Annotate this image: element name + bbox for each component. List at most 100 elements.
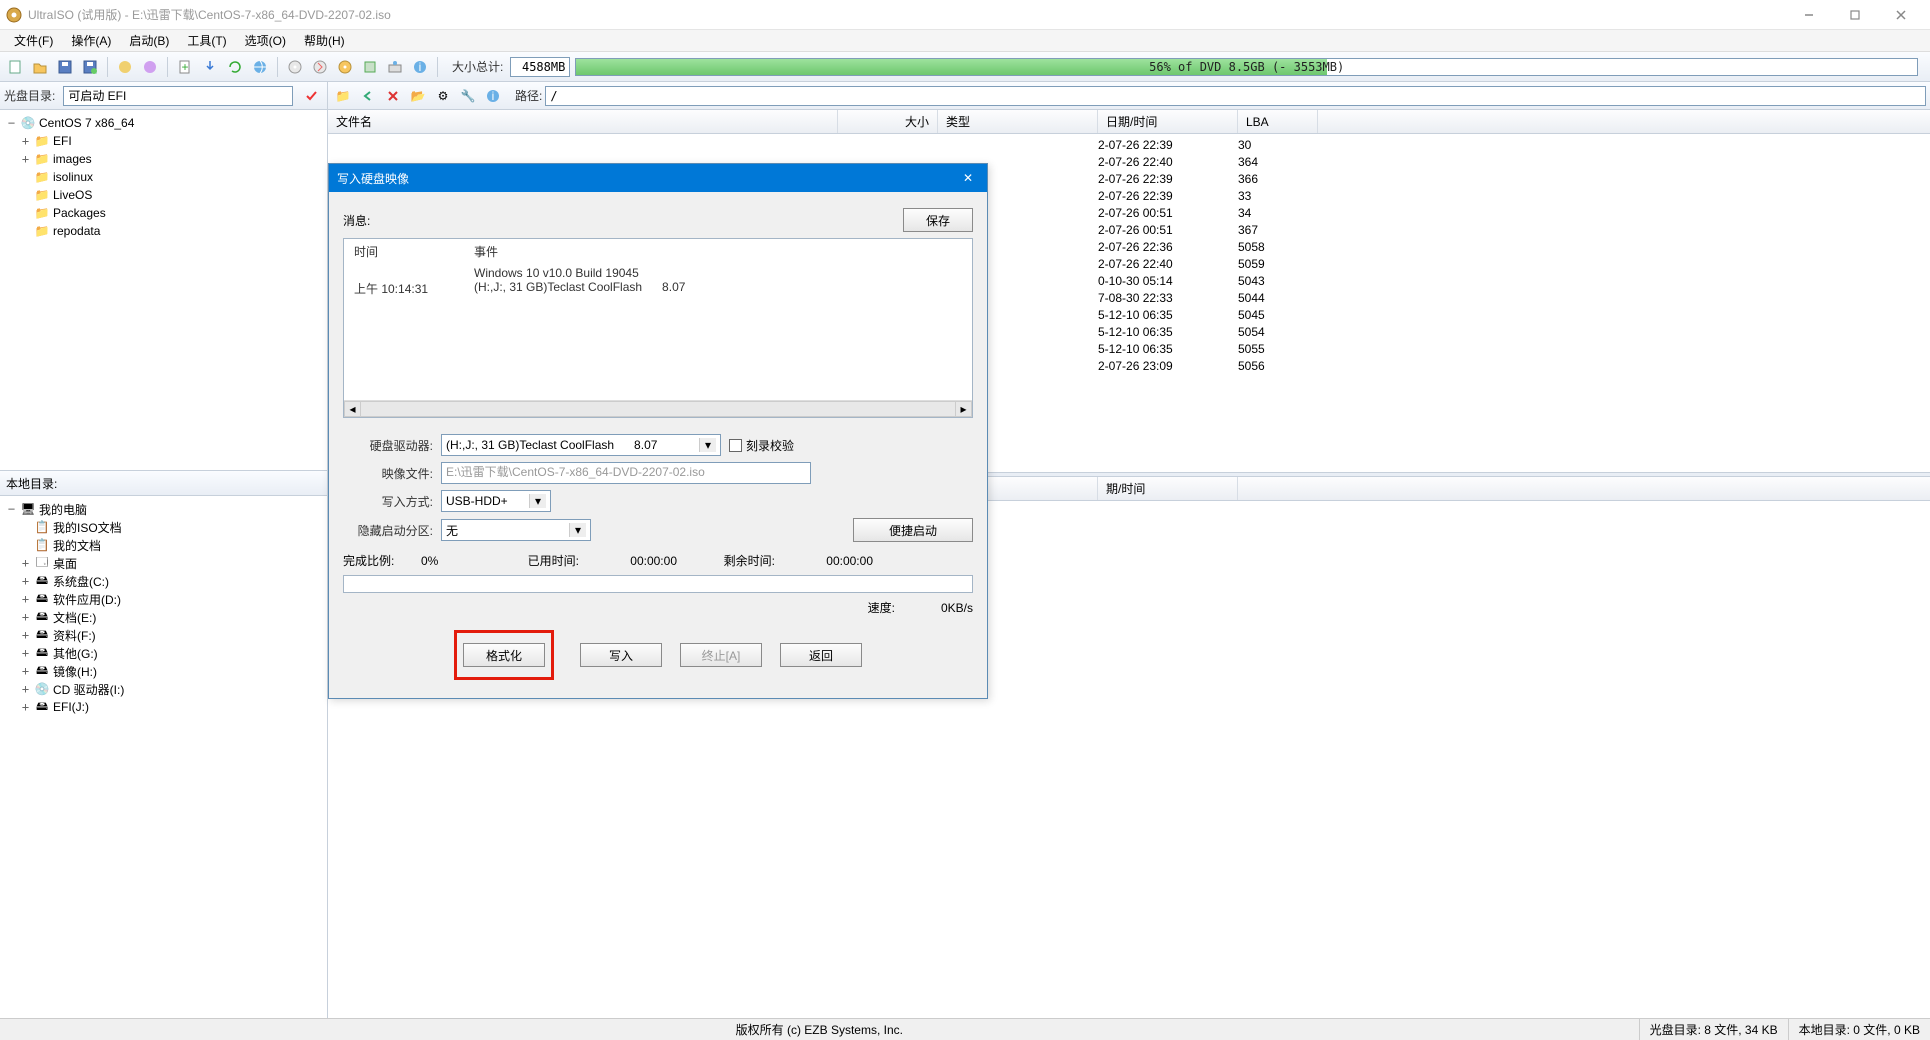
drive-label: 硬盘驱动器: [343,437,433,454]
col-date-lower[interactable]: 期/时间 [1098,477,1238,500]
path-toolbar: 📁 📂 ⚙ 🔧 i 路径: [328,82,1930,109]
drive-value: (H:,J:, 31 GB)Teclast CoolFlash 8.07 [446,438,657,452]
new-icon[interactable] [4,56,26,78]
col-date[interactable]: 日期/时间 [1098,110,1238,133]
local-dir-label: 本地目录: [6,475,57,492]
boot-type-combo[interactable]: 可启动 EFI [63,86,293,106]
disc-1-icon[interactable] [284,56,306,78]
disc-burn-icon[interactable] [309,56,331,78]
open-icon[interactable] [29,56,51,78]
col-lba[interactable]: LBA [1238,110,1318,133]
hidden-partition-combo[interactable]: 无 ▾ [441,519,591,541]
local-tree[interactable]: −我的电脑 我的ISO文档我的文档+桌面+系统盘(C:)+软件应用(D:)+文档… [0,496,327,1018]
minimize-button[interactable] [1786,0,1832,30]
table-row[interactable]: 2-07-26 22:3930 [328,136,1930,153]
hidden-label: 隐藏启动分区: [343,522,433,539]
path-label: 路径: [515,87,542,104]
drive-combo[interactable]: (H:,J:, 31 GB)Teclast CoolFlash 8.07 ▾ [441,434,721,456]
dialog-close-icon[interactable]: ✕ [957,171,979,185]
folder-icon [34,206,50,220]
tree-item[interactable]: isolinux [2,168,325,186]
scroll-track[interactable] [361,401,955,417]
menu-tools[interactable]: 工具(T) [179,30,234,51]
tree-item[interactable]: +CD 驱动器(I:) [2,680,325,698]
tree-item[interactable]: +镜像(H:) [2,662,325,680]
tool-a-icon[interactable] [114,56,136,78]
folder-icon [34,188,50,202]
tree-item[interactable]: LiveOS [2,186,325,204]
statusbar: 版权所有 (c) EZB Systems, Inc. 光盘目录: 8 文件, 3… [0,1018,1930,1040]
col-name[interactable]: 文件名 [328,110,838,133]
write-button[interactable]: 写入 [580,643,662,667]
save-button[interactable]: 保存 [903,208,973,232]
tree-item[interactable]: repodata [2,222,325,240]
speed-value: 0KB/s [903,601,973,615]
tree-item[interactable]: +EFI(J:) [2,698,325,716]
boot-type-value: 可启动 EFI [68,87,126,104]
maximize-button[interactable] [1832,0,1878,30]
menu-file[interactable]: 文件(F) [6,30,61,51]
mount-icon[interactable] [384,56,406,78]
size-input[interactable] [510,57,570,77]
delete-icon[interactable] [382,85,404,107]
info2-icon[interactable]: i [482,85,504,107]
refresh-icon[interactable] [224,56,246,78]
message-box: 时间 事件 Windows 10 v10.0 Build 19045上午 10:… [343,238,973,418]
iso-tree[interactable]: − CentOS 7 x86_64 +EFI +images isolinux … [0,110,327,470]
tree-root[interactable]: −我的电脑 [2,500,325,518]
close-button[interactable] [1878,0,1924,30]
back-icon[interactable] [357,85,379,107]
menu-help[interactable]: 帮助(H) [296,30,353,51]
up-icon[interactable]: 📁 [332,85,354,107]
verify-label: 刻录校验 [746,437,794,454]
disc-2-icon[interactable] [334,56,356,78]
quick-boot-button[interactable]: 便捷启动 [853,518,973,542]
msg-row: Windows 10 v10.0 Build 19045 [354,266,962,280]
doc-icon [34,538,50,552]
save-icon[interactable] [54,56,76,78]
back-button[interactable]: 返回 [780,643,862,667]
add-file-icon[interactable]: + [174,56,196,78]
tree-item[interactable]: +其他(G:) [2,644,325,662]
extract-icon[interactable] [199,56,221,78]
menu-boot[interactable]: 启动(B) [121,30,177,51]
image-file-input[interactable]: E:\迅雷下载\CentOS-7-x86_64-DVD-2207-02.iso [441,462,811,484]
format-button[interactable]: 格式化 [463,643,545,667]
tree-item[interactable]: Packages [2,204,325,222]
col-size[interactable]: 大小 [838,110,938,133]
verify-checkbox[interactable]: 刻录校验 [729,437,794,454]
chevron-down-icon: ▾ [699,438,716,452]
saveas-icon[interactable] [79,56,101,78]
tree-item[interactable]: +系统盘(C:) [2,572,325,590]
dialog-titlebar[interactable]: 写入硬盘映像 ✕ [329,164,987,192]
menu-action[interactable]: 操作(A) [63,30,119,51]
tree-item[interactable]: +文档(E:) [2,608,325,626]
tree-item[interactable]: +EFI [2,132,325,150]
tree-item[interactable]: +软件应用(D:) [2,590,325,608]
globe-icon[interactable] [249,56,271,78]
menu-options[interactable]: 选项(O) [237,30,294,51]
props-icon[interactable]: 🔧 [457,85,479,107]
folder-icon [34,224,50,238]
write-method-combo[interactable]: USB-HDD+ ▾ [441,490,551,512]
path-input[interactable] [545,86,1926,106]
progress-bar [343,575,973,593]
new-folder-icon[interactable]: 📂 [407,85,429,107]
compress-icon[interactable] [359,56,381,78]
scroll-left-icon[interactable]: ◂ [344,401,361,417]
scroll-right-icon[interactable]: ▸ [955,401,972,417]
col-type[interactable]: 类型 [938,110,1098,133]
tree-item[interactable]: +资料(F:) [2,626,325,644]
tree-item[interactable]: +images [2,150,325,168]
gear-icon[interactable]: ⚙ [432,85,454,107]
tree-item[interactable]: 我的文档 [2,536,325,554]
tree-item[interactable]: +桌面 [2,554,325,572]
tree-root[interactable]: − CentOS 7 x86_64 [2,114,325,132]
hidden-value: 无 [446,522,458,539]
boot-check-icon[interactable] [301,85,323,107]
tree-item[interactable]: 我的ISO文档 [2,518,325,536]
tool-b-icon[interactable] [139,56,161,78]
msg-scrollbar[interactable]: ◂ ▸ [344,400,972,417]
info-icon[interactable]: i [409,56,431,78]
main-toolbar: + i 大小总计: 56% of DVD 8.5GB (- 3553MB) [0,52,1930,82]
